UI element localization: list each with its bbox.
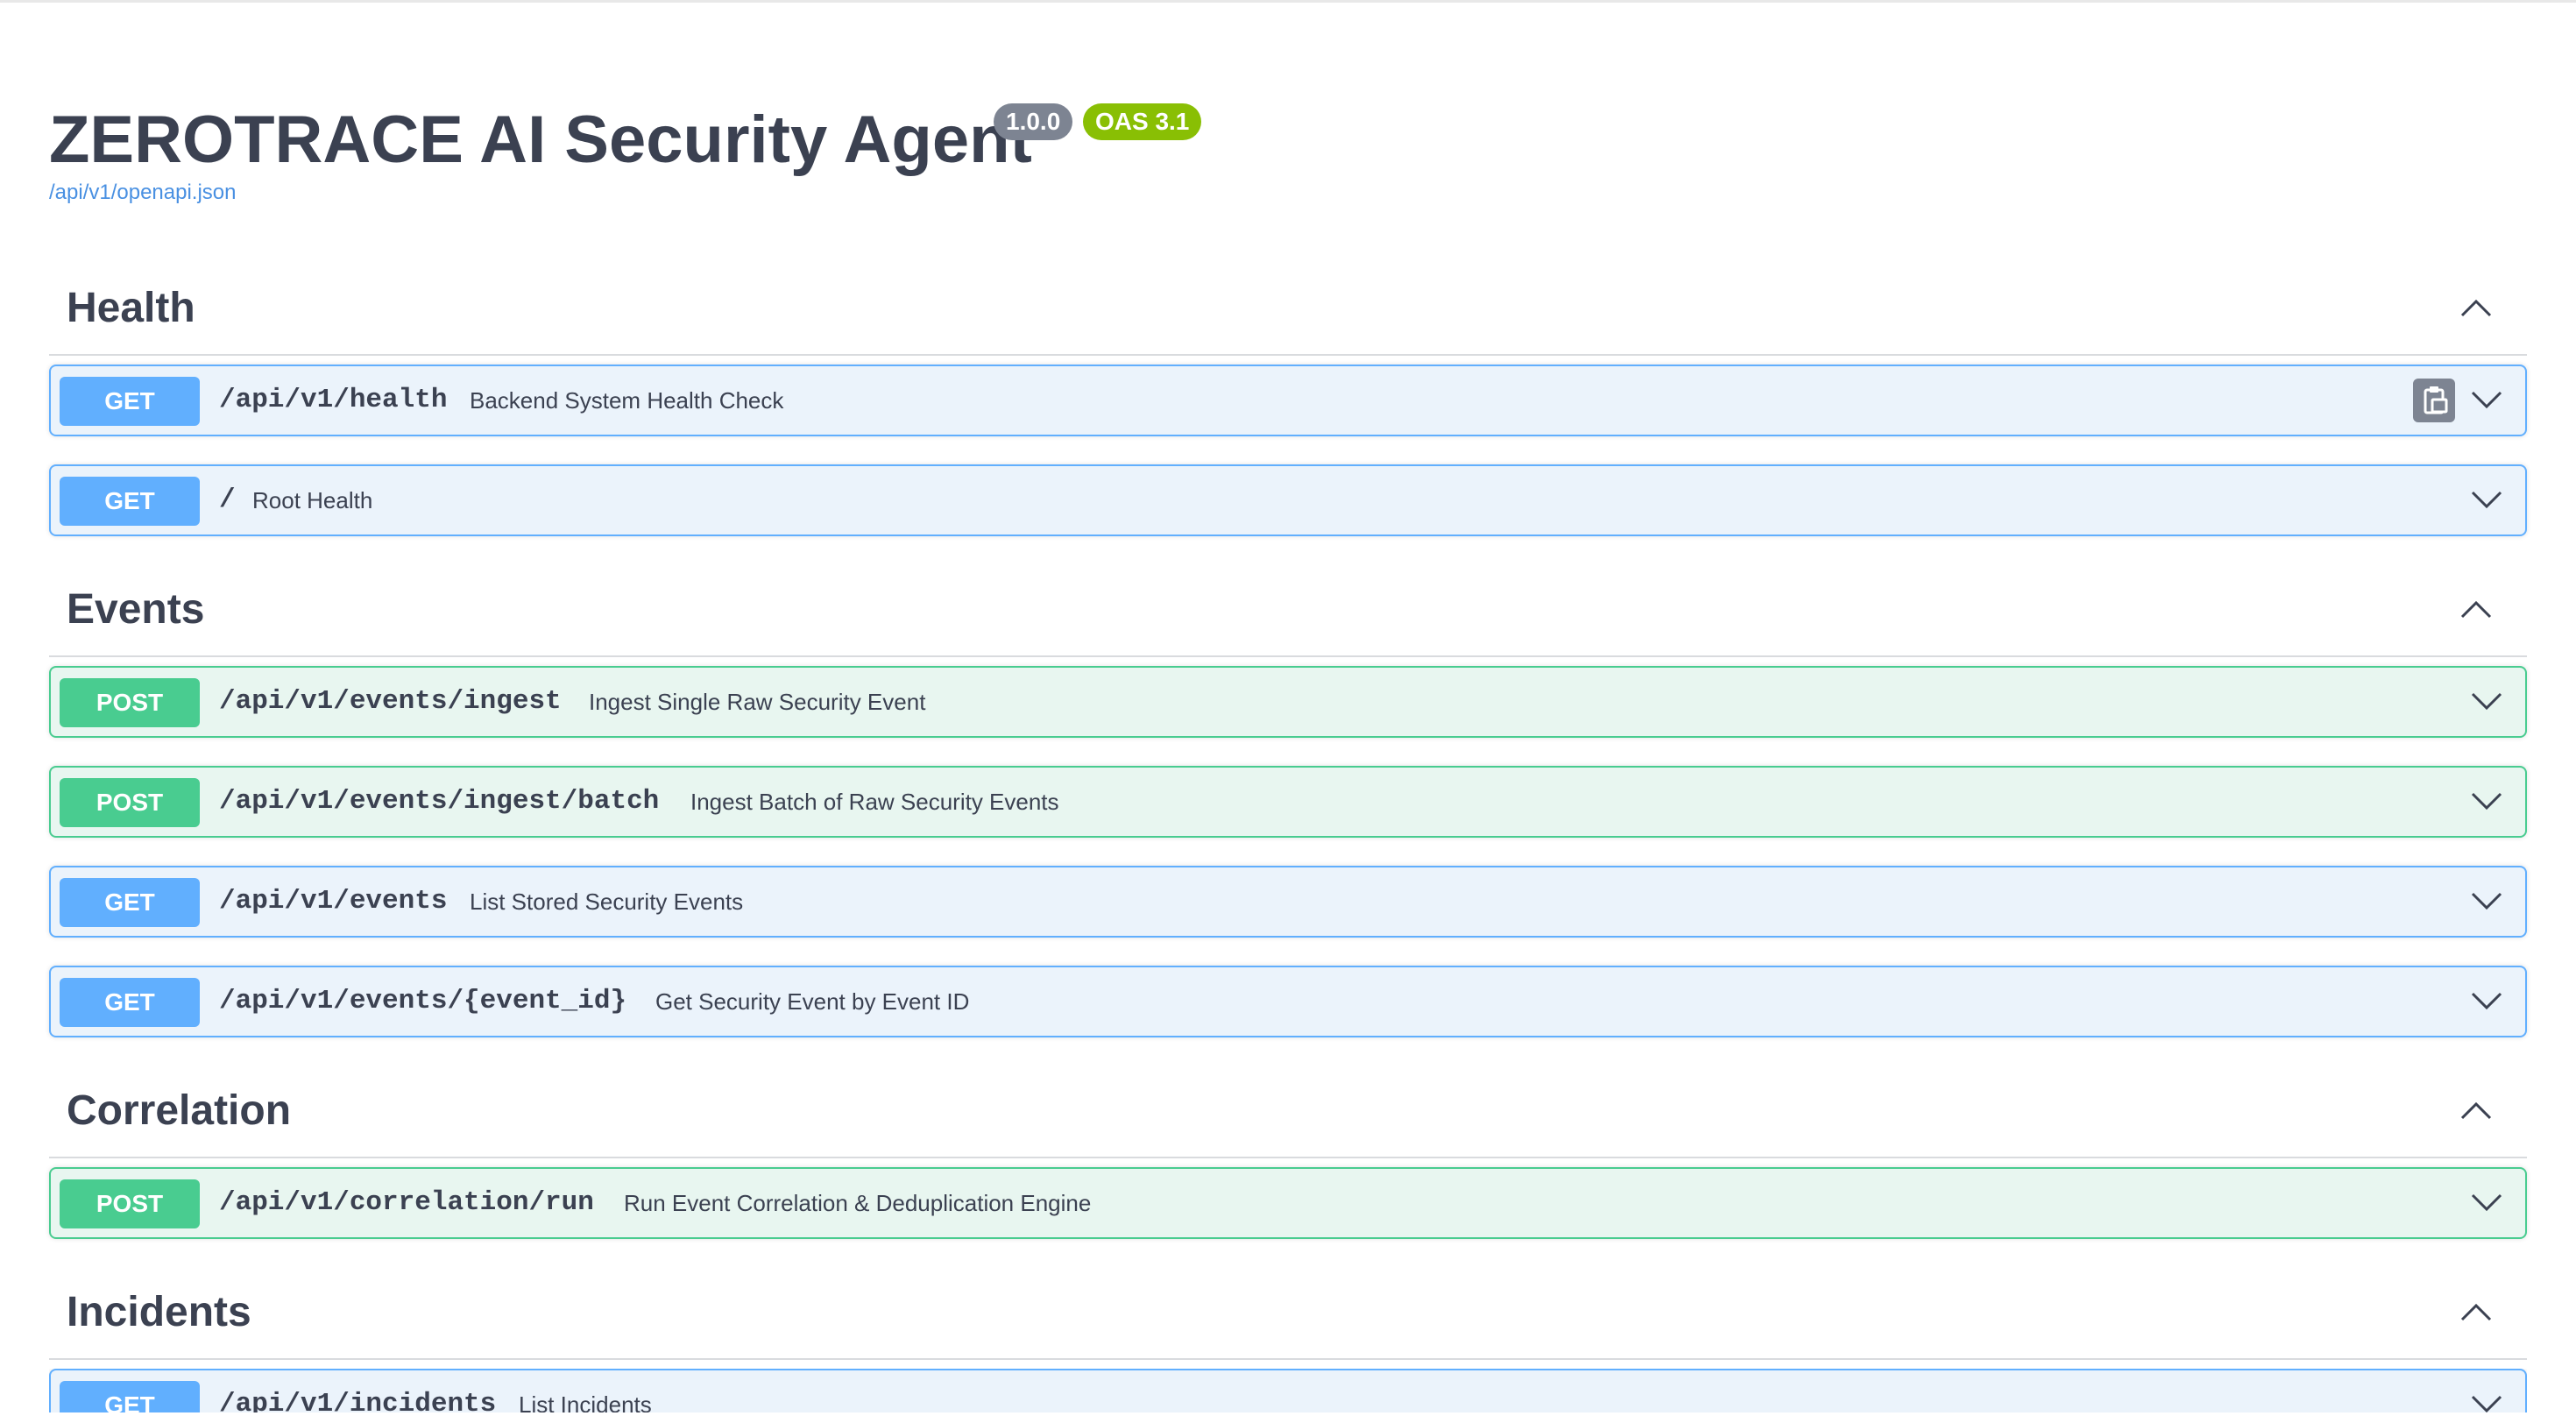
- tag-correlation[interactable]: Correlation: [49, 1065, 2527, 1158]
- operation-path: /api/v1/correlation/run: [219, 1187, 594, 1218]
- operation-post-events-ingest[interactable]: POST /api/v1/events/ingest Ingest Single…: [49, 666, 2527, 738]
- chevron-down-icon[interactable]: [2469, 1188, 2504, 1216]
- operation-get-root[interactable]: GET / Root Health: [49, 464, 2527, 536]
- tag-events[interactable]: Events: [49, 564, 2527, 657]
- operation-summary: Ingest Batch of Raw Security Events: [690, 789, 1059, 815]
- operation-summary: Ingest Single Raw Security Event: [589, 689, 926, 715]
- tag-title: Health: [67, 285, 195, 331]
- version-badge: 1.0.0: [994, 103, 1073, 140]
- api-title: ZEROTRACE AI Security Agent: [49, 103, 1032, 177]
- operation-path: /api/v1/incidents: [219, 1389, 497, 1412]
- operation-summary: Root Health: [252, 487, 373, 513]
- chevron-up-icon[interactable]: [2457, 596, 2495, 622]
- method-badge: POST: [60, 678, 200, 727]
- tag-health[interactable]: Health: [49, 263, 2527, 356]
- operation-path: /api/v1/events/ingest/batch: [219, 786, 660, 817]
- chevron-down-icon[interactable]: [2469, 787, 2504, 815]
- tag-title: Events: [67, 586, 205, 633]
- tag-incidents[interactable]: Incidents: [49, 1267, 2527, 1360]
- chevron-up-icon[interactable]: [2457, 1299, 2495, 1325]
- operation-get-incidents[interactable]: GET /api/v1/incidents List Incidents: [49, 1369, 2527, 1412]
- operation-path: /api/v1/events: [219, 886, 448, 917]
- operation-summary: Backend System Health Check: [470, 387, 784, 414]
- chevron-up-icon[interactable]: [2457, 294, 2495, 321]
- chevron-down-icon[interactable]: [2469, 485, 2504, 513]
- method-badge: POST: [60, 778, 200, 827]
- operation-get-events[interactable]: GET /api/v1/events List Stored Security …: [49, 866, 2527, 938]
- operation-get-api-v1-health[interactable]: GET /api/v1/health Backend System Health…: [49, 365, 2527, 436]
- tag-title: Correlation: [67, 1087, 292, 1134]
- operation-path: /: [219, 485, 236, 515]
- chevron-down-icon[interactable]: [2469, 386, 2504, 414]
- operation-summary: Run Event Correlation & Deduplication En…: [624, 1190, 1092, 1216]
- oas-badge: OAS 3.1: [1083, 103, 1202, 140]
- chevron-down-icon[interactable]: [2469, 687, 2504, 715]
- tag-title: Incidents: [67, 1289, 251, 1335]
- operation-summary: Get Security Event by Event ID: [655, 988, 970, 1015]
- operation-post-correlation-run[interactable]: POST /api/v1/correlation/run Run Event C…: [49, 1167, 2527, 1239]
- chevron-down-icon[interactable]: [2469, 1390, 2504, 1412]
- operation-path: /api/v1/events/ingest: [219, 686, 562, 717]
- openapi-spec-link[interactable]: /api/v1/openapi.json: [49, 181, 237, 205]
- chevron-down-icon[interactable]: [2469, 887, 2504, 915]
- operation-path: /api/v1/events/{event_id}: [219, 986, 627, 1016]
- copy-button[interactable]: [2413, 379, 2455, 422]
- method-badge: GET: [60, 377, 200, 426]
- method-badge: GET: [60, 477, 200, 526]
- chevron-down-icon[interactable]: [2469, 987, 2504, 1015]
- method-badge: GET: [60, 878, 200, 927]
- operation-summary: List Stored Security Events: [470, 888, 744, 915]
- operation-post-events-ingest-batch[interactable]: POST /api/v1/events/ingest/batch Ingest …: [49, 766, 2527, 838]
- method-badge: GET: [60, 1381, 200, 1412]
- operation-get-event-by-id[interactable]: GET /api/v1/events/{event_id} Get Securi…: [49, 966, 2527, 1037]
- clipped-operation-row: GET /api/v1/incidents List Incidents: [49, 1369, 2527, 1412]
- method-badge: GET: [60, 978, 200, 1027]
- chevron-up-icon[interactable]: [2457, 1097, 2495, 1123]
- swagger-ui: ZEROTRACE AI Security Agent 1.0.0 OAS 3.…: [49, 0, 2527, 1412]
- operation-path: /api/v1/health: [219, 385, 448, 415]
- clipboard-icon: [2424, 386, 2448, 414]
- operation-summary: List Incidents: [519, 1391, 652, 1412]
- method-badge: POST: [60, 1179, 200, 1228]
- api-info: ZEROTRACE AI Security Agent 1.0.0 OAS 3.…: [49, 0, 2527, 263]
